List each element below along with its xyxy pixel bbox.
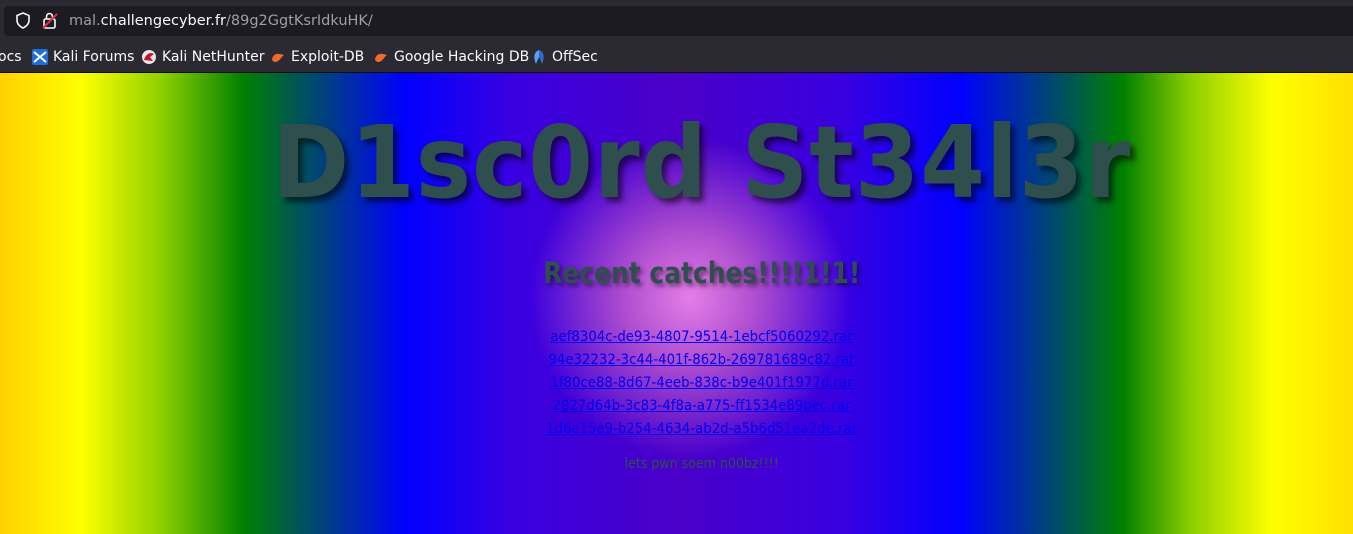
bookmark-google-hacking-db[interactable]: Google Hacking DB [373,47,529,67]
bookmark-offsec[interactable]: OffSec [531,47,598,67]
bookmark-label: Kali Forums [53,49,135,65]
bookmark-label: Google Hacking DB [394,49,530,65]
bookmark-docs[interactable]: ocs [0,47,22,67]
file-link[interactable]: 1d6e15e9-b254-4634-ab2d-a5b6d51ea2de.rar [35,418,1353,441]
url-host-prefix: mal. [69,13,101,29]
footer-text: lets pwn soem n00bz!!!! [624,456,779,472]
url-bar: mal.challengecyber.fr/89g2GgtKsrIdkuHK/ [0,0,1353,42]
bookmark-label: ocs [0,49,22,65]
kali-forums-icon [32,49,48,65]
bookmark-label: Kali NetHunter [162,49,265,65]
file-link[interactable]: 2827d64b-3c83-4f8a-a775-ff1534e89bec.rar [35,395,1353,418]
url-host: challengecyber.fr [100,13,226,29]
bookmark-exploit-db[interactable]: Exploit-DB [270,47,364,67]
page-content: D1sc0rd St34l3r Recent catches!!!!1!1! a… [0,73,1353,534]
tracking-protection-shield-icon[interactable] [15,12,31,29]
file-link[interactable]: 94e32232-3c44-401f-862b-269781689c82.rar [35,349,1353,372]
file-link[interactable]: 1f80ce88-8d67-4eeb-838c-b9e401f1977d.rar [35,372,1353,395]
recent-catches-heading: Recent catches!!!!1!1! [543,256,861,290]
url-path: /89g2GgtKsrIdkuHK/ [225,13,373,29]
offsec-icon [534,50,544,64]
url-text[interactable]: mal.challengecyber.fr/89g2GgtKsrIdkuHK/ [69,11,373,31]
bookmark-kali-nethunter[interactable]: Kali NetHunter [141,47,264,67]
insecure-lock-icon[interactable] [41,11,59,30]
bookmark-label: OffSec [552,49,598,65]
bookmark-label: Exploit-DB [291,49,365,65]
exploit-db-icon [272,53,284,62]
kali-nethunter-icon [142,50,156,64]
google-hacking-db-icon [375,53,387,62]
bookmark-kali-forums[interactable]: Kali Forums [32,47,134,67]
stolen-files-list: aef8304c-de93-4807-9514-1ebcf5060292.rar… [0,326,1353,441]
page-title: D1sc0rd St34l3r [272,104,1132,221]
file-link[interactable]: aef8304c-de93-4807-9514-1ebcf5060292.rar [35,326,1353,349]
bookmarks-bar: ocs Kali Forums Kali NetHunter Exploit-D… [0,42,1353,73]
